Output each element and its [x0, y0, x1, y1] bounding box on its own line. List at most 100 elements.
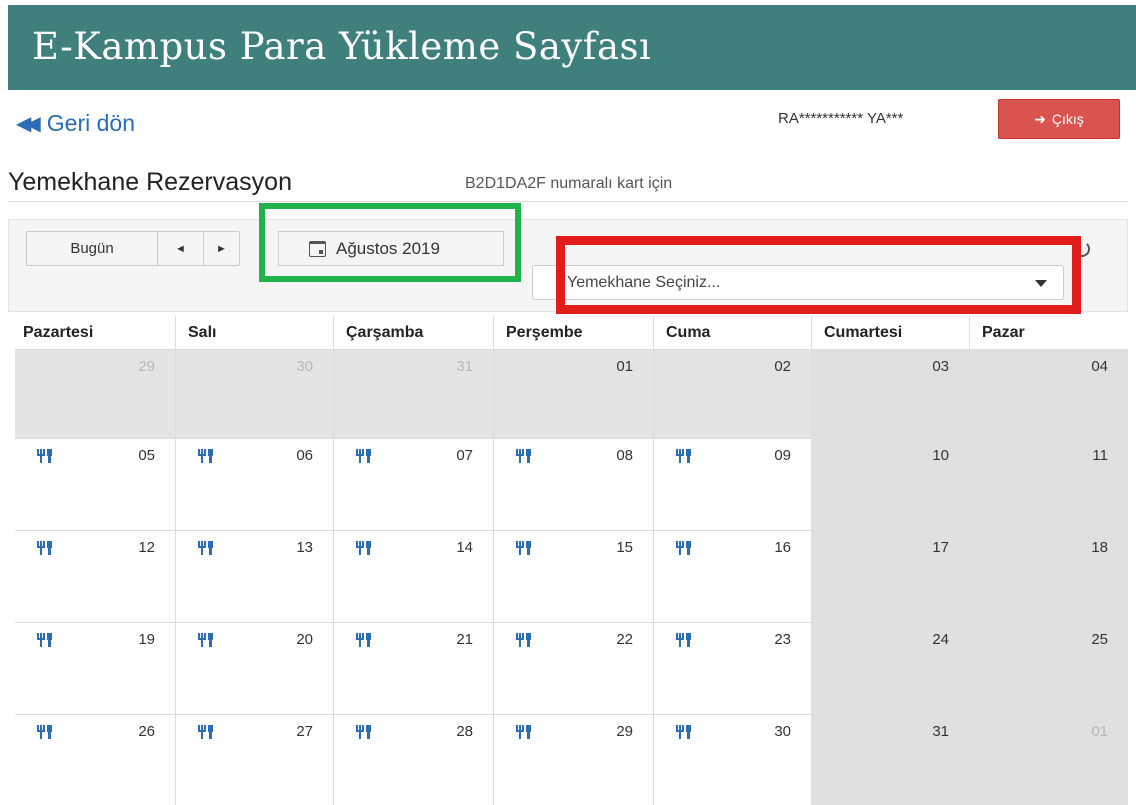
fork-knife-icon[interactable]	[356, 541, 372, 555]
calendar-day-cell[interactable]: 12	[15, 531, 175, 622]
back-link-label: Geri dön	[46, 110, 135, 136]
day-number: 24	[932, 631, 949, 648]
day-number: 03	[932, 358, 949, 375]
calendar-day-cell[interactable]: 15	[493, 531, 653, 622]
calendar-day-cell[interactable]: 16	[653, 531, 811, 622]
fork-knife-icon[interactable]	[516, 633, 532, 647]
day-number: 30	[296, 358, 313, 375]
day-number: 30	[774, 723, 791, 740]
refresh-icon[interactable]	[1074, 241, 1090, 257]
weekday-header: Cumartesi	[811, 316, 969, 349]
day-number: 31	[932, 723, 949, 740]
fork-knife-icon[interactable]	[356, 725, 372, 739]
calendar-day-cell[interactable]: 13	[175, 531, 333, 622]
fork-knife-icon[interactable]	[676, 541, 692, 555]
calendar-day-cell[interactable]: 26	[15, 715, 175, 805]
calendar-day-cell[interactable]: 01	[493, 350, 653, 438]
calendar-day-cell[interactable]: 22	[493, 623, 653, 714]
today-button[interactable]: Bugün	[26, 231, 158, 266]
fork-knife-icon[interactable]	[37, 633, 53, 647]
cafeteria-select[interactable]: Yemekhane Seçiniz...	[532, 265, 1064, 300]
weekday-header: Salı	[175, 316, 333, 349]
fork-knife-icon[interactable]	[198, 725, 214, 739]
calendar-day-cell[interactable]: 24	[811, 623, 969, 714]
day-number: 27	[296, 723, 313, 740]
fork-knife-icon[interactable]	[516, 725, 532, 739]
fork-knife-icon[interactable]	[198, 541, 214, 555]
calendar-day-cell[interactable]: 23	[653, 623, 811, 714]
calendar-week-row: 19 20 21 22 23 24 25	[15, 623, 1128, 715]
page-title: Yemekhane Rezervasyon	[8, 168, 292, 196]
navigation-button-group: Bugün ◄ ►	[26, 231, 240, 266]
calendar-day-cell[interactable]: 29	[493, 715, 653, 805]
calendar-day-cell[interactable]: 28	[333, 715, 493, 805]
calendar-day-cell[interactable]: 30	[653, 715, 811, 805]
fork-knife-icon[interactable]	[676, 449, 692, 463]
calendar-day-cell[interactable]: 11	[969, 439, 1128, 530]
day-number: 28	[456, 723, 473, 740]
day-number: 05	[138, 447, 155, 464]
day-number: 01	[1091, 723, 1108, 740]
calendar-day-cell[interactable]: 18	[969, 531, 1128, 622]
fork-knife-icon[interactable]	[37, 725, 53, 739]
fork-knife-icon[interactable]	[516, 541, 532, 555]
calendar-day-cell[interactable]: 05	[15, 439, 175, 530]
calendar-day-cell[interactable]: 21	[333, 623, 493, 714]
logout-button[interactable]: ➜ Çıkış	[998, 99, 1120, 139]
calendar-day-cell[interactable]: 02	[653, 350, 811, 438]
calendar-week-row: 12 13 14 15 16 17 18	[15, 531, 1128, 623]
fork-knife-icon[interactable]	[356, 633, 372, 647]
fork-knife-icon[interactable]	[516, 449, 532, 463]
calendar-day-cell[interactable]: 08	[493, 439, 653, 530]
weekday-header: Çarşamba	[333, 316, 493, 349]
calendar-day-cell[interactable]: 10	[811, 439, 969, 530]
fork-knife-icon[interactable]	[37, 449, 53, 463]
calendar-day-cell[interactable]: 31	[811, 715, 969, 805]
day-number: 29	[138, 358, 155, 375]
chevron-down-icon	[1035, 280, 1047, 287]
calendar-day-cell[interactable]: 04	[969, 350, 1128, 438]
day-number: 02	[774, 358, 791, 375]
calendar-day-cell[interactable]: 01	[969, 715, 1128, 805]
calendar-day-cell[interactable]: 25	[969, 623, 1128, 714]
day-number: 10	[932, 447, 949, 464]
fork-knife-icon[interactable]	[37, 541, 53, 555]
calendar-day-cell[interactable]: 09	[653, 439, 811, 530]
day-number: 21	[456, 631, 473, 648]
calendar-day-cell[interactable]: 17	[811, 531, 969, 622]
calendar-day-cell[interactable]: 29	[15, 350, 175, 438]
divider	[8, 201, 1128, 202]
calendar-week-row: 05 06 07 08 09 10 11	[15, 439, 1128, 531]
calendar-day-cell[interactable]: 20	[175, 623, 333, 714]
month-picker-button[interactable]: Ağustos 2019	[278, 231, 504, 266]
calendar-day-cell[interactable]: 31	[333, 350, 493, 438]
calendar-day-cell[interactable]: 03	[811, 350, 969, 438]
fork-knife-icon[interactable]	[198, 633, 214, 647]
calendar-day-cell[interactable]: 27	[175, 715, 333, 805]
calendar-day-cell[interactable]: 19	[15, 623, 175, 714]
back-link[interactable]: ◀◀ Geri dön	[16, 110, 135, 137]
fork-knife-icon[interactable]	[676, 633, 692, 647]
calendar-day-cell[interactable]: 14	[333, 531, 493, 622]
day-number: 26	[138, 723, 155, 740]
month-label: Ağustos 2019	[336, 238, 440, 258]
day-number: 19	[138, 631, 155, 648]
day-number: 07	[456, 447, 473, 464]
weekday-header: Perşembe	[493, 316, 653, 349]
next-month-button[interactable]: ►	[204, 231, 240, 266]
calendar-grid: Pazartesi Salı Çarşamba Perşembe Cuma Cumarte…	[15, 316, 1128, 805]
calendar-icon	[309, 240, 326, 257]
day-number: 01	[616, 358, 633, 375]
fork-knife-icon[interactable]	[356, 449, 372, 463]
logout-label: Çıkış	[1051, 111, 1084, 127]
calendar-day-cell[interactable]: 07	[333, 439, 493, 530]
fork-knife-icon[interactable]	[676, 725, 692, 739]
day-number: 14	[456, 539, 473, 556]
calendar-day-cell[interactable]: 30	[175, 350, 333, 438]
calendar-day-cell[interactable]: 06	[175, 439, 333, 530]
day-number: 18	[1091, 539, 1108, 556]
fork-knife-icon[interactable]	[198, 449, 214, 463]
card-subtitle: B2D1DA2F numaralı kart için	[465, 175, 673, 192]
previous-month-button[interactable]: ◄	[158, 231, 204, 266]
weekday-header: Cuma	[653, 316, 811, 349]
